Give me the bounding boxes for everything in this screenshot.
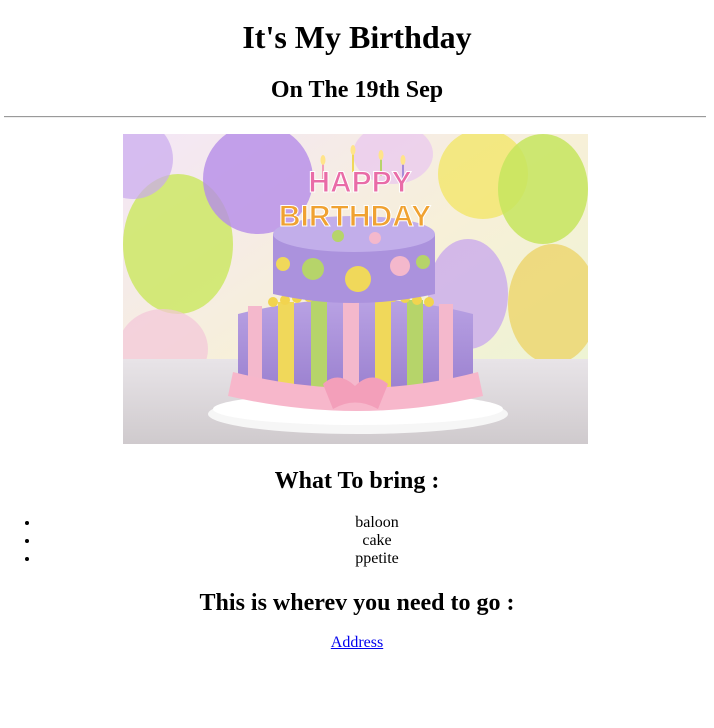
cake-text-birthday: BIRTHDAY [279, 200, 431, 233]
list-item: ppetite [40, 550, 714, 568]
cake-text-happy: HAPPY [308, 166, 411, 199]
address-link[interactable]: Address [0, 634, 714, 652]
list-item: baloon [40, 514, 714, 532]
list-item: cake [40, 532, 714, 550]
bring-list: baloon cake ppetite [0, 514, 714, 568]
page-subtitle: On The 19th Sep [270, 77, 444, 103]
page-title: It's My Birthday [242, 19, 472, 55]
birthday-cake-image: HAPPY BIRTHDAY [123, 134, 588, 444]
divider [4, 116, 706, 118]
directions-title: This is wherev you need to go : [199, 590, 515, 616]
bring-title: What To bring : [274, 468, 440, 494]
